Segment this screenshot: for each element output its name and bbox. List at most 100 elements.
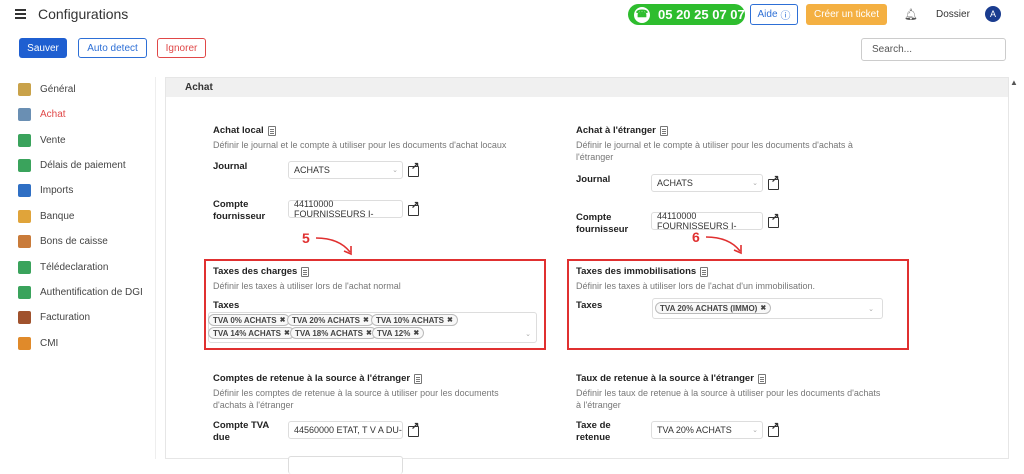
chevron-down-icon: ⌄ <box>752 180 758 187</box>
sidebar-item-auth-dgi[interactable]: Authentification de DGI <box>18 282 143 302</box>
sidebar-item-general[interactable]: Général <box>18 79 76 99</box>
achat-local-title: Achat local <box>213 125 543 136</box>
sidebar-item-delais[interactable]: Délais de paiement <box>18 155 126 175</box>
annotation-number-6: 6 <box>692 229 700 245</box>
help-button[interactable]: Aide ⓘ <box>750 4 798 25</box>
auto-detect-button[interactable]: Auto detect <box>78 38 147 58</box>
achat-etranger-description: Définir le journal et le compte à utilis… <box>576 139 886 163</box>
taxes-immo-block: Taxes des immobilisations Définir les ta… <box>576 266 896 292</box>
menu-icon[interactable] <box>15 9 26 19</box>
close-icon[interactable]: ✖ <box>760 304 766 312</box>
external-link-icon[interactable] <box>408 421 419 437</box>
compte-value: 44110000 FOURNISSEURS I- <box>294 199 374 219</box>
tax-tag[interactable]: TVA 10% ACHATS ✖ <box>371 314 458 326</box>
tax-tag[interactable]: TVA 20% ACHATS (IMMO) ✖ <box>655 302 772 314</box>
scroll-up-arrow[interactable]: ▲ <box>1009 78 1019 90</box>
tax-tag[interactable]: TVA 14% ACHATS ✖ <box>208 327 295 339</box>
ignore-button[interactable]: Ignorer <box>157 38 206 58</box>
annotation-arrow-5 <box>315 237 352 256</box>
page-title: Configurations <box>38 6 129 22</box>
tax-tag-label: TVA 20% ACHATS <box>292 315 361 325</box>
sidebar-item-achat[interactable]: Achat <box>18 104 66 124</box>
sidebar-item-cmi[interactable]: CMI <box>18 333 58 353</box>
sidebar-item-bons-caisse[interactable]: Bons de caisse <box>18 231 108 251</box>
achat-local-block: Achat local Définir le journal et le com… <box>213 125 543 151</box>
avatar[interactable]: A <box>985 6 1001 22</box>
chevron-down-icon: ⌄ <box>525 331 531 338</box>
close-icon[interactable]: ✖ <box>447 316 453 324</box>
journal-select[interactable]: ACHATS ⌄ <box>651 174 763 192</box>
external-link-icon[interactable] <box>408 161 419 177</box>
bell-icon[interactable]: 🔔︎ <box>904 8 918 21</box>
compte-label-line2: fournisseur <box>576 224 629 235</box>
sidebar-item-label: Bons de caisse <box>40 235 108 247</box>
tax-tag[interactable]: TVA 20% ACHATS ✖ <box>287 314 374 326</box>
sidebar-item-vente[interactable]: Vente <box>18 130 66 150</box>
create-ticket-button[interactable]: Créer un ticket <box>806 4 887 25</box>
compte-tva-label: Compte TVA due <box>213 420 269 444</box>
tax-tag[interactable]: TVA 12% ✖ <box>372 327 425 339</box>
sidebar-item-label: Délais de paiement <box>40 159 126 171</box>
receipt-icon <box>18 234 31 248</box>
retenue-comptes-title: Comptes de retenue à la source à l'étran… <box>213 373 553 384</box>
journal-select[interactable]: ACHATS ⌄ <box>288 161 403 179</box>
taxes-immo-description: Définir les taxes à utiliser lors de l'a… <box>576 281 816 291</box>
retenue-comptes-description: Définir les comptes de retenue à la sour… <box>213 387 553 411</box>
compte-label-line1: Compte <box>576 212 612 223</box>
retenue-taux-description: Définir les taux de retenue à la source … <box>576 387 906 411</box>
tax-tag-label: TVA 12% <box>377 328 411 338</box>
tax-tag[interactable]: TVA 18% ACHATS ✖ <box>290 327 377 339</box>
achat-etranger-title: Achat à l'étranger <box>576 125 886 136</box>
achat-local-description: Définir le journal et le compte à utilis… <box>213 140 507 150</box>
external-link-icon[interactable] <box>768 212 779 228</box>
headset-icon: ☎ <box>634 6 650 23</box>
compte-fournisseur-select[interactable]: 44110000 FOURNISSEURS I- <box>651 211 763 231</box>
external-link-icon[interactable] <box>408 200 419 216</box>
sidebar-item-label: Authentification de DGI <box>40 286 143 298</box>
sidebar-item-teledeclaration[interactable]: Télédeclaration <box>18 257 108 277</box>
external-link-icon[interactable] <box>768 174 779 190</box>
close-icon[interactable]: ✖ <box>413 329 419 337</box>
taxes-charges-title: Taxes des charges <box>213 266 533 277</box>
search-input[interactable] <box>861 38 1006 61</box>
sidebar-item-imports[interactable]: Imports <box>18 180 73 200</box>
close-icon[interactable]: ✖ <box>280 316 286 324</box>
coins-icon <box>18 209 31 223</box>
compte-value: 44110000 FOURNISSEURS I- <box>657 211 737 231</box>
achat-etranger-block: Achat à l'étranger Définir le journal et… <box>576 125 886 163</box>
taxe-retenue-select[interactable]: TVA 20% ACHATS ⌄ <box>651 421 763 439</box>
sidebar-item-label: Banque <box>40 210 75 222</box>
sidebar-item-label: Imports <box>40 184 74 196</box>
close-icon[interactable]: ✖ <box>284 329 290 337</box>
external-link-icon[interactable] <box>768 421 779 437</box>
close-icon[interactable]: ✖ <box>363 316 369 324</box>
close-icon[interactable]: ✖ <box>366 329 372 337</box>
compte-tva-select[interactable]: 44560000 ETAT, T V A DU- <box>288 421 403 439</box>
phone-button[interactable]: ☎ 05 20 25 07 07 <box>628 4 745 25</box>
compte-fournisseur-label: Compte fournisseur <box>213 199 265 223</box>
tax-tag-label: TVA 20% ACHATS (IMMO) <box>660 303 758 313</box>
chart-icon <box>18 133 31 147</box>
save-button[interactable]: Sauver <box>19 38 67 58</box>
compte-fournisseur-label: Compte fournisseur <box>576 212 628 236</box>
content-panel: Achat Achat local Définir le journal et … <box>165 77 1009 474</box>
achat-etranger-title-text: Achat à l'étranger <box>576 125 656 136</box>
dossier-menu[interactable]: Dossier <box>936 9 970 20</box>
folder-icon <box>18 183 31 197</box>
sidebar-item-facturation[interactable]: Facturation <box>18 307 90 327</box>
cart-icon <box>18 107 31 121</box>
tag-icon <box>18 310 31 324</box>
sidebar-item-label: Télédeclaration <box>40 261 109 273</box>
coin-icon <box>18 336 31 350</box>
phone-number: 05 20 25 07 07 <box>658 7 745 22</box>
document-icon <box>301 266 310 277</box>
chevron-down-icon: ⌄ <box>752 427 758 434</box>
taxes-label: Taxes <box>576 300 603 311</box>
desc-line1: Définir les comptes de retenue à la sour… <box>213 388 499 398</box>
sidebar-item-banque[interactable]: Banque <box>18 206 74 226</box>
tax-tag-label: TVA 18% ACHATS <box>295 328 364 338</box>
document-icon <box>18 285 31 299</box>
tax-tag[interactable]: TVA 0% ACHATS ✖ <box>208 314 291 326</box>
desc-line2: à l'étranger <box>576 400 621 410</box>
compte-fournisseur-select[interactable]: 44110000 FOURNISSEURS I- <box>288 199 403 219</box>
